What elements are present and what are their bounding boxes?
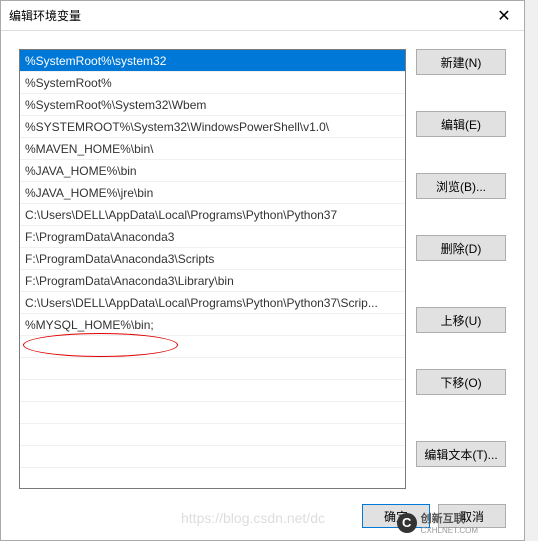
list-item-empty[interactable] — [20, 402, 405, 424]
new-button[interactable]: 新建(N) — [416, 49, 506, 75]
dialog-window: 编辑环境变量 ✕ %SystemRoot%\system32 %SystemRo… — [0, 0, 525, 541]
list-item[interactable]: F:\ProgramData\Anaconda3\Library\bin — [20, 270, 405, 292]
list-item[interactable]: %MYSQL_HOME%\bin; — [20, 314, 405, 336]
list-item-empty[interactable] — [20, 468, 405, 489]
close-button[interactable]: ✕ — [484, 2, 524, 30]
titlebar: 编辑环境变量 ✕ — [1, 1, 524, 31]
list-item[interactable]: %MAVEN_HOME%\bin\ — [20, 138, 405, 160]
list-item-empty[interactable] — [20, 446, 405, 468]
list-item[interactable]: %SYSTEMROOT%\System32\WindowsPowerShell\… — [20, 116, 405, 138]
list-item[interactable]: %SystemRoot%\System32\Wbem — [20, 94, 405, 116]
list-item-empty[interactable] — [20, 358, 405, 380]
delete-button[interactable]: 删除(D) — [416, 235, 506, 261]
browse-button[interactable]: 浏览(B)... — [416, 173, 506, 199]
list-item[interactable]: F:\ProgramData\Anaconda3 — [20, 226, 405, 248]
list-item[interactable]: %JAVA_HOME%\jre\bin — [20, 182, 405, 204]
list-item[interactable]: %JAVA_HOME%\bin — [20, 160, 405, 182]
window-title: 编辑环境变量 — [9, 7, 81, 24]
edit-button[interactable]: 编辑(E) — [416, 111, 506, 137]
button-column: 新建(N) 编辑(E) 浏览(B)... 删除(D) 上移(U) 下移(O) 编… — [416, 49, 506, 522]
path-list[interactable]: %SystemRoot%\system32 %SystemRoot% %Syst… — [19, 49, 406, 489]
edittext-button[interactable]: 编辑文本(T)... — [416, 441, 506, 467]
close-icon: ✕ — [497, 6, 510, 26]
list-item-empty[interactable] — [20, 380, 405, 402]
bottom-button-row: 确定 取消 — [362, 504, 506, 528]
moveup-button[interactable]: 上移(U) — [416, 307, 506, 333]
list-item-empty[interactable] — [20, 424, 405, 446]
list-item[interactable]: C:\Users\DELL\AppData\Local\Programs\Pyt… — [20, 292, 405, 314]
ok-button[interactable]: 确定 — [362, 504, 430, 528]
list-item[interactable]: F:\ProgramData\Anaconda3\Scripts — [20, 248, 405, 270]
list-item[interactable]: %SystemRoot% — [20, 72, 405, 94]
list-item[interactable]: C:\Users\DELL\AppData\Local\Programs\Pyt… — [20, 204, 405, 226]
content-area: %SystemRoot%\system32 %SystemRoot% %Syst… — [1, 31, 524, 540]
list-item-empty[interactable] — [20, 336, 405, 358]
movedown-button[interactable]: 下移(O) — [416, 369, 506, 395]
list-item[interactable]: %SystemRoot%\system32 — [20, 50, 405, 72]
cancel-button[interactable]: 取消 — [438, 504, 506, 528]
